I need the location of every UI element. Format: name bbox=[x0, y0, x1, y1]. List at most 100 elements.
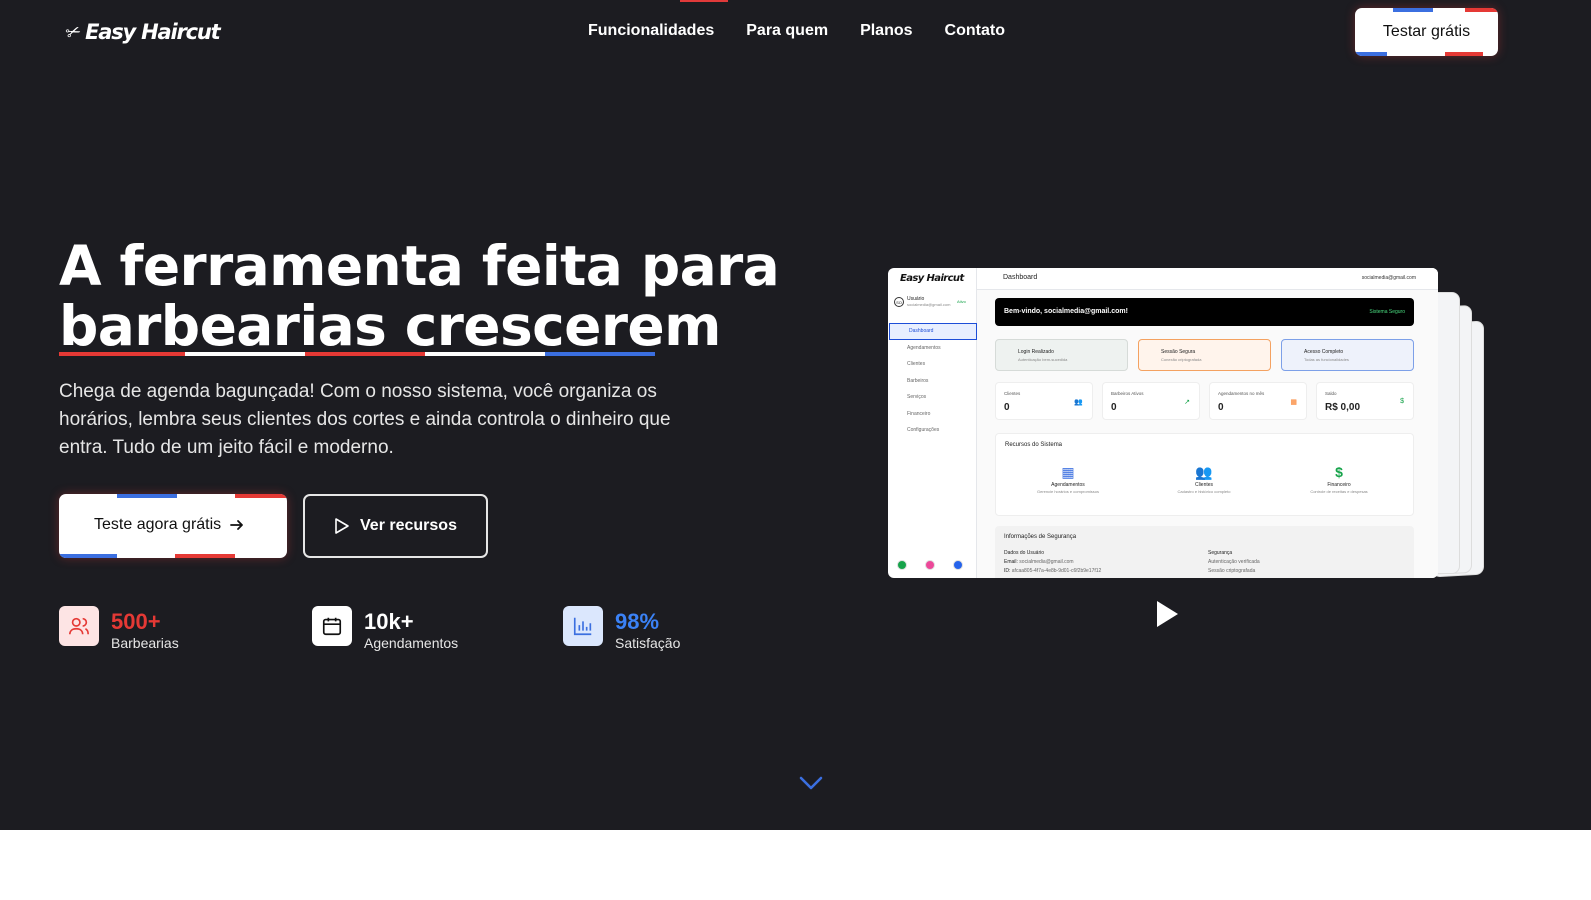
calendar-icon: ▦ bbox=[1061, 464, 1075, 480]
trending-up-icon: ↗ bbox=[1184, 399, 1190, 406]
main-nav: Funcionalidades Para quem Planos Contato bbox=[588, 22, 1005, 40]
chevron-down-icon[interactable] bbox=[799, 776, 823, 790]
kpi-value: R$ 0,00 bbox=[1325, 402, 1361, 413]
stat-label: Barbearias bbox=[111, 635, 179, 651]
badge-title: Login Realizado bbox=[1018, 349, 1054, 355]
try-free-button[interactable]: Teste agora grátis bbox=[59, 494, 287, 558]
underline-segment bbox=[305, 352, 425, 356]
nav-link-planos[interactable]: Planos bbox=[860, 22, 912, 40]
resource-desc: Controle de receitas e despesas bbox=[1310, 489, 1368, 494]
nav-link-para-quem[interactable]: Para quem bbox=[746, 22, 828, 40]
kpi-label: Saldo bbox=[1325, 391, 1337, 396]
security-status: Segurança Autenticação verificada Sessão… bbox=[1208, 549, 1260, 576]
kpi-value: 0 bbox=[1218, 402, 1224, 413]
button-stripe bbox=[235, 494, 287, 498]
next-section bbox=[0, 830, 1591, 900]
calendar-icon: ▦ bbox=[1290, 399, 1297, 406]
dollar-icon: $ bbox=[1400, 398, 1404, 405]
mockup-welcome-banner: Bem-vindo, socialmedia@gmail.com! Sistem… bbox=[995, 298, 1414, 326]
email-value: socialmedia@gmail.com bbox=[1019, 559, 1074, 565]
mockup-socials bbox=[897, 560, 963, 570]
dashboard-mockup[interactable]: Easy Haircut SO Usuário socialmedia@gmai… bbox=[888, 268, 1438, 578]
header-trial-label: Testar grátis bbox=[1382, 23, 1471, 40]
security-user-data: Dados do Usuário Email: socialmedia@gmai… bbox=[1004, 549, 1101, 576]
try-free-label: Teste agora grátis bbox=[94, 516, 222, 533]
button-stripe bbox=[1393, 8, 1433, 12]
badge-title: Sessão Segura bbox=[1161, 349, 1196, 355]
resource-name: Clientes bbox=[1194, 482, 1214, 488]
mockup-menu-dashboard: Dashboard bbox=[889, 323, 977, 340]
mockup-menu-servicos: Serviços bbox=[907, 394, 927, 401]
mockup-badge-access: Acesso Completo Todas as funcionalidades bbox=[1281, 339, 1414, 371]
calendar-icon bbox=[312, 606, 352, 646]
mockup-kpi-clients: Clientes 0 👥 bbox=[995, 382, 1093, 420]
mockup-sidebar: Easy Haircut SO Usuário socialmedia@gmai… bbox=[888, 268, 977, 578]
hero-headline: A ferramenta feita para barbearias cresc… bbox=[59, 236, 780, 358]
mockup-header-email: socialmedia@gmail.com bbox=[1361, 275, 1416, 281]
mockup-kpi-balance: Saldo R$ 0,00 $ bbox=[1316, 382, 1414, 420]
button-stripe bbox=[175, 554, 235, 558]
kpi-label: Clientes bbox=[1004, 391, 1021, 396]
facebook-icon bbox=[953, 560, 963, 570]
underline-segment bbox=[425, 352, 545, 356]
mockup-kpi-appointments: Agendamentos no mês 0 ▦ bbox=[1209, 382, 1307, 420]
try-free-label-wrap: Teste agora grátis bbox=[94, 516, 245, 534]
stat-value: 10k+ bbox=[364, 609, 414, 634]
hero-subtitle: Chega de agenda bagunçada! Com o nosso s… bbox=[59, 381, 671, 458]
view-features-button[interactable]: Ver recursos bbox=[303, 494, 488, 558]
resource-desc: Gerencie horários e compromissos bbox=[1036, 489, 1100, 494]
scissors-icon: ✂ bbox=[62, 19, 84, 44]
arrow-right-icon bbox=[230, 520, 244, 530]
users-icon: 👥 bbox=[1074, 399, 1083, 406]
kpi-value: 0 bbox=[1111, 402, 1117, 413]
mockup-logo: Easy Haircut bbox=[900, 273, 964, 284]
mockup-badge-login: Login Realizado Autenticação bem-sucedid… bbox=[995, 339, 1128, 371]
mockup-user-status: Ativo bbox=[957, 299, 966, 304]
mockup-kpi-barbers: Barbeiros Ativos 0 ↗ bbox=[1102, 382, 1200, 420]
brand-logo[interactable]: ✂ Easy Haircut bbox=[62, 19, 221, 44]
button-stripe bbox=[59, 554, 117, 558]
stat-label: Satisfação bbox=[615, 635, 681, 651]
button-stripe bbox=[1465, 8, 1498, 12]
id-label: ID: bbox=[1004, 568, 1011, 574]
stat-label: Agendamentos bbox=[364, 635, 459, 651]
underline-segment bbox=[545, 352, 655, 356]
resource-agendamentos: ▦ Agendamentos Gerencie horários e compr… bbox=[1008, 464, 1128, 494]
mockup-menu-agendamentos: Agendamentos bbox=[907, 344, 941, 351]
kpi-value: 0 bbox=[1004, 402, 1010, 413]
avatar: SO bbox=[894, 297, 904, 307]
mockup-security-info: Informações de Segurança Dados do Usuári… bbox=[995, 526, 1414, 578]
mockup-badge-session: Sessão Segura Conexão criptografada bbox=[1138, 339, 1271, 371]
kpi-label: Agendamentos no mês bbox=[1218, 391, 1265, 396]
nav-link-funcionalidades[interactable]: Funcionalidades bbox=[588, 22, 714, 40]
instagram-icon bbox=[925, 560, 935, 570]
play-video-icon[interactable] bbox=[1155, 600, 1179, 628]
id-value: afcaa805-4f7a-4e8b-9d01-c6f2b9e17f12 bbox=[1011, 568, 1102, 574]
kpi-label: Barbeiros Ativos bbox=[1111, 391, 1144, 396]
underline-segment bbox=[185, 352, 305, 356]
email-label: Email: bbox=[1004, 559, 1018, 565]
nav-link-contato[interactable]: Contato bbox=[945, 22, 1005, 40]
mockup-menu-financeiro: Financeiro bbox=[907, 410, 931, 417]
mockup-user: SO Usuário socialmedia@gmail.com bbox=[894, 296, 950, 308]
users-icon bbox=[59, 606, 99, 646]
badge-sub: Autenticação bem-sucedida bbox=[1018, 357, 1068, 362]
resource-name: Financeiro bbox=[1327, 482, 1351, 488]
mockup-menu-configuracoes: Configurações bbox=[907, 427, 940, 434]
headline-underline bbox=[59, 352, 655, 356]
resources-title: Recursos do Sistema bbox=[1005, 442, 1063, 448]
mockup-user-email: socialmedia@gmail.com bbox=[907, 302, 951, 307]
stat-satisfaction: 98% Satisfação bbox=[563, 606, 680, 651]
users-icon: 👥 bbox=[1195, 464, 1213, 480]
security-sub-title: Segurança bbox=[1208, 550, 1233, 556]
stat-barbershops: 500+ Barbearias bbox=[59, 606, 179, 651]
mockup-main: Dashboard socialmedia@gmail.com Bem-vind… bbox=[977, 268, 1438, 578]
mockup-welcome-text: Bem-vindo, socialmedia@gmail.com! bbox=[1004, 308, 1128, 315]
dollar-icon: $ bbox=[1335, 464, 1343, 480]
security-title: Informações de Segurança bbox=[1004, 534, 1077, 540]
header-trial-button[interactable]: Testar grátis bbox=[1355, 8, 1498, 56]
mockup-menu-barbeiros: Barbeiros bbox=[907, 377, 929, 384]
headline-line-2: barbearias crescerem bbox=[59, 294, 721, 358]
button-stripe bbox=[117, 494, 177, 498]
stat-value: 500+ bbox=[111, 609, 161, 634]
